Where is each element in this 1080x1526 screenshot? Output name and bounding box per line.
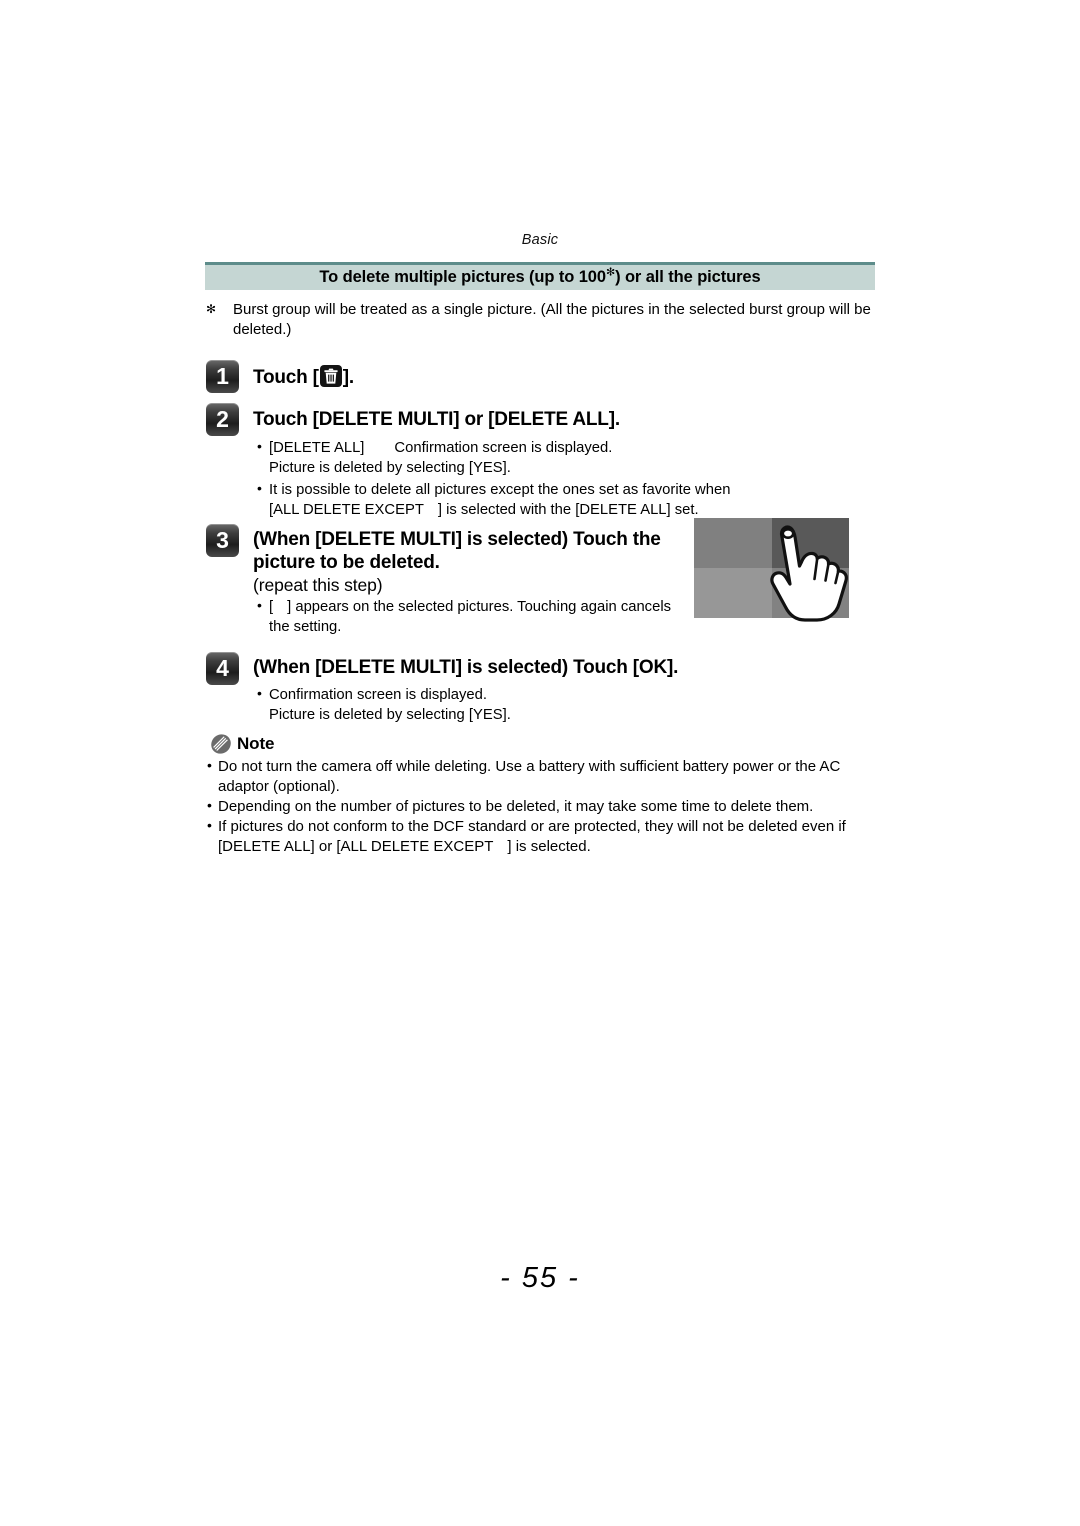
note-list: Do not turn the camera off while deletin… bbox=[206, 756, 886, 857]
note-item-3-line1: If pictures do not conform to the DCF st… bbox=[218, 817, 846, 835]
step-2-bullet-1-b: Confirmation screen is displayed. bbox=[394, 440, 613, 456]
section-banner: To delete multiple pictures (up to 100✻)… bbox=[205, 262, 875, 290]
step-4-bullet-line1: Confirmation screen is displayed. bbox=[269, 687, 487, 703]
step-3-bullet-a: [ bbox=[269, 599, 274, 615]
list-item: [ ] appears on the selected pictures. Tou… bbox=[256, 596, 676, 638]
running-head: Basic bbox=[521, 232, 559, 248]
step-1-heading: Touch []. bbox=[253, 365, 673, 389]
note-label: Note bbox=[237, 734, 275, 753]
step-2-bullet-1-a: [DELETE ALL] bbox=[269, 440, 365, 456]
thumbnail-top-left bbox=[694, 518, 772, 568]
step-3-heading-line1: (When [DELETE MULTI] is selected) Touch … bbox=[253, 529, 661, 550]
note-header: Note bbox=[210, 733, 274, 755]
note-pencil-icon bbox=[211, 734, 231, 754]
page-number: - 55 - bbox=[500, 1262, 580, 1294]
list-item: If pictures do not conform to the DCF st… bbox=[206, 816, 886, 857]
step-3-badge: 3 bbox=[206, 524, 239, 557]
step-3-subheading: (repeat this step) bbox=[253, 575, 383, 595]
note-item-1-line2: adaptor (optional). bbox=[218, 777, 340, 795]
step-3-bullet-b: ] appears on the selected pictures. Touc… bbox=[287, 599, 671, 615]
step-2-bullet-2-b: ] is selected with the [DELETE ALL] set. bbox=[437, 501, 699, 518]
banner-footnote-marker: ✻ bbox=[605, 266, 616, 279]
step-4-bullets: Confirmation screen is displayed. Pictur… bbox=[256, 684, 686, 727]
hand-touch-icon bbox=[770, 525, 848, 622]
step-3-bullets: [ ] appears on the selected pictures. Tou… bbox=[256, 596, 676, 639]
note-item-3-a: [DELETE ALL] or [ALL DELETE EXCEPT bbox=[218, 837, 494, 855]
list-item: Do not turn the camera off while deletin… bbox=[206, 756, 886, 797]
step-3-bullet-line2: the setting. bbox=[269, 619, 342, 636]
note-item-3-b: ] is selected. bbox=[507, 837, 591, 855]
step-1-badge: 1 bbox=[206, 360, 239, 393]
note-item-2-line1: Depending on the number of pictures to b… bbox=[218, 797, 814, 815]
step-2-bullet-1-line2: Picture is deleted by selecting [YES]. bbox=[269, 460, 511, 477]
step-2-bullets: [DELETE ALL] Confirmation screen is displ… bbox=[256, 437, 816, 521]
footnote-marker-icon: ✻ bbox=[206, 302, 217, 316]
step-4-bullet-line2: Picture is deleted by selecting [YES]. bbox=[269, 707, 511, 724]
trash-icon bbox=[319, 365, 342, 387]
note-item-1-line1: Do not turn the camera off while deletin… bbox=[218, 758, 841, 775]
step-4-badge: 4 bbox=[206, 652, 239, 685]
manual-page: Basic To delete multiple pictures (up to… bbox=[0, 0, 1080, 1526]
list-item: It is possible to delete all pictures ex… bbox=[256, 479, 816, 521]
touch-picture-illustration bbox=[694, 518, 849, 622]
step-1-heading-after: ]. bbox=[342, 367, 355, 388]
section-banner-title: To delete multiple pictures (up to 100✻)… bbox=[319, 266, 761, 287]
banner-title-after: ) or all the pictures bbox=[615, 268, 761, 286]
step-3-heading-line2: picture to be deleted. bbox=[253, 552, 440, 574]
step-2-heading: Touch [DELETE MULTI] or [DELETE ALL]. bbox=[253, 409, 620, 430]
step-2-bullet-2-a: [ALL DELETE EXCEPT bbox=[269, 501, 424, 518]
list-item: [DELETE ALL] Confirmation screen is displ… bbox=[256, 437, 816, 479]
thumbnail-bottom-left bbox=[694, 568, 772, 618]
banner-title-before: To delete multiple pictures (up to 100 bbox=[319, 268, 606, 286]
step-3-heading: (When [DELETE MULTI] is selected) Touch … bbox=[253, 528, 683, 574]
footnote-text: Burst group will be treated as a single … bbox=[233, 301, 871, 338]
step-2-badge: 2 bbox=[206, 403, 239, 436]
step-2-bullet-2-line1: It is possible to delete all pictures ex… bbox=[269, 481, 731, 498]
step-1-heading-before: Touch [ bbox=[253, 367, 319, 388]
list-item: Confirmation screen is displayed. Pictur… bbox=[256, 684, 686, 726]
banner-footnote: ✻ Burst group will be treated as a singl… bbox=[206, 300, 878, 340]
list-item: Depending on the number of pictures to b… bbox=[206, 796, 886, 817]
step-4-heading: (When [DELETE MULTI] is selected) Touch … bbox=[253, 657, 679, 678]
